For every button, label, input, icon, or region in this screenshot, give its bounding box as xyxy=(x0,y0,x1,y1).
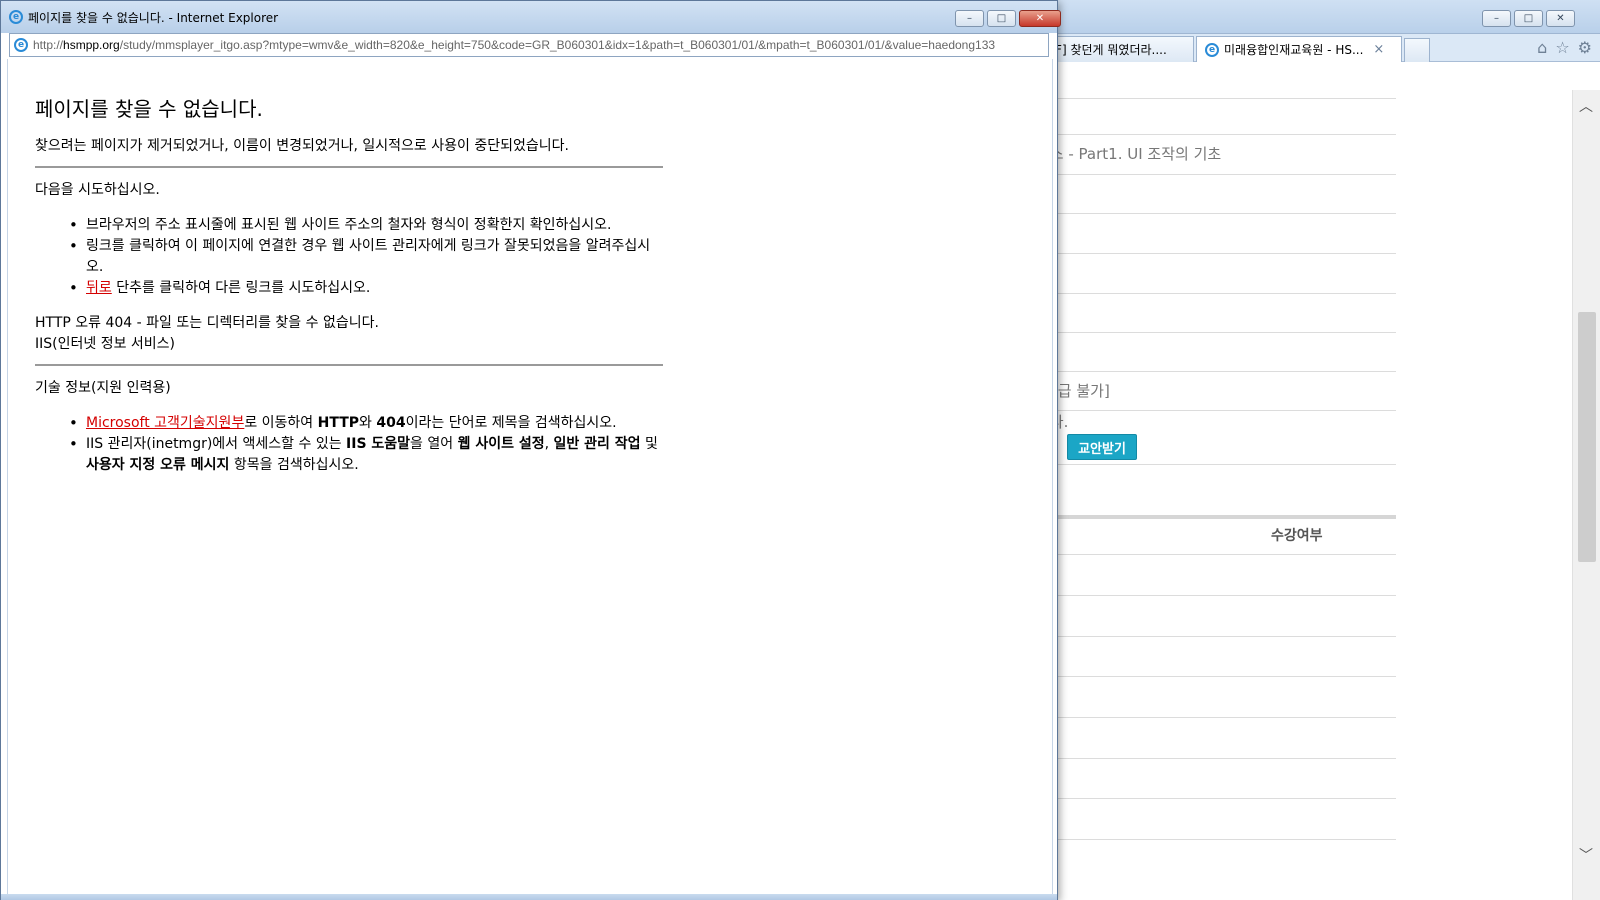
http-error-text: HTTP 오류 404 - 파일 또는 디렉터리를 찾을 수 없습니다. xyxy=(35,315,379,331)
background-window-controls: – □ ✕ xyxy=(1482,10,1575,27)
divider xyxy=(35,166,663,168)
microsoft-support-link[interactable]: Microsoft 고객기술지원부 xyxy=(86,415,244,431)
scroll-down-arrow-icon[interactable]: ﹀ xyxy=(1579,845,1593,865)
scroll-up-arrow-icon[interactable]: ︿ xyxy=(1579,96,1593,116)
bold-text: 사용자 지정 오류 메시지 xyxy=(86,457,230,473)
popup-window: e 페이지를 찾을 수 없습니다. - Internet Explorer – … xyxy=(0,0,1061,900)
popup-maximize-button[interactable]: □ xyxy=(987,10,1016,27)
divider xyxy=(1036,554,1396,555)
tab-close-icon[interactable]: × xyxy=(1373,42,1384,57)
tech-info-label: 기술 정보(지원 인력용) xyxy=(35,380,171,396)
error-heading: 페이지를 찾을 수 없습니다. xyxy=(35,97,263,121)
iis-label: IIS(인터넷 정보 서비스) xyxy=(35,336,176,352)
error-intro: 찾으려는 페이지가 제거되었거나, 이름이 변경되었거나, 일시적으로 사용이 … xyxy=(35,138,569,154)
popup-minimize-button[interactable]: – xyxy=(955,10,984,27)
download-handout-button[interactable]: 교안받기 xyxy=(1067,434,1137,460)
scroll-thumb[interactable] xyxy=(1578,312,1596,562)
divider xyxy=(1036,293,1396,294)
divider xyxy=(1036,676,1396,677)
divider xyxy=(1036,213,1396,214)
lecture-title-partial: 이스 - Part1. UI 조작의 기초 xyxy=(1036,145,1222,163)
popup-title: 페이지를 찾을 수 없습니다. - Internet Explorer xyxy=(28,10,279,25)
ie-page-icon: e xyxy=(14,38,28,52)
divider xyxy=(1036,134,1396,135)
text-fragment: 로 이동하여 xyxy=(244,415,318,431)
text-fragment: IIS 관리자(inetmgr)에서 액세스할 수 있는 xyxy=(86,436,347,452)
popup-titlebar[interactable]: e 페이지를 찾을 수 없습니다. - Internet Explorer – … xyxy=(1,1,1061,33)
background-tab-1[interactable]: +F] 찾던게 뭐였더라.... xyxy=(1036,36,1194,62)
divider xyxy=(1036,371,1396,372)
table-header-top-border xyxy=(1036,515,1396,519)
popup-address-bar[interactable]: e http://hsmpp.org/study/mmsplayer_itgo.… xyxy=(9,33,1049,57)
background-tab-bar: +F] 찾던게 뭐였더라.... e 미래융합인재교육원 - HS... × ⌂… xyxy=(1036,34,1600,62)
popup-bottom-border xyxy=(1,894,1057,900)
tab-label: 미래융합인재교육원 - HS... xyxy=(1224,43,1364,57)
divider xyxy=(1036,410,1396,411)
bold-text: 404 xyxy=(376,415,406,431)
divider xyxy=(1036,636,1396,637)
bold-text: 일반 관리 작업 xyxy=(553,436,641,452)
favorites-star-icon[interactable]: ☆ xyxy=(1555,38,1569,57)
popup-close-button[interactable]: ✕ xyxy=(1019,10,1061,27)
text-fragment: 을 열어 xyxy=(410,436,458,452)
text-fragment: 와 xyxy=(359,415,377,431)
background-maximize-button[interactable]: □ xyxy=(1514,10,1543,27)
list-item: Microsoft 고객기술지원부로 이동하여 HTTP와 404이라는 단어로… xyxy=(69,413,663,434)
ie-icon: e xyxy=(1205,42,1219,57)
popup-window-controls: – □ ✕ xyxy=(955,10,1061,27)
text-fragment: , xyxy=(544,436,554,452)
list-item: 브라우저의 주소 표시줄에 표시된 웹 사이트 주소의 철자와 형식이 정확한지… xyxy=(69,215,663,236)
back-link[interactable]: 뒤로 xyxy=(86,280,112,296)
settings-gear-icon[interactable]: ⚙ xyxy=(1578,38,1592,57)
tab-label: +F] 찾던게 뭐였더라.... xyxy=(1045,43,1167,57)
url-path: /study/mmsplayer_itgo.asp?mtype=wmv&e_wi… xyxy=(119,38,996,52)
bold-text: IIS 도움말 xyxy=(346,436,411,452)
divider xyxy=(1036,98,1396,99)
divider xyxy=(1036,839,1396,840)
browser-toolbar-icons: ⌂ ☆ ⚙ xyxy=(1537,38,1592,57)
text-fragment: 이라는 단어로 제목을 검색하십시오. xyxy=(405,415,617,431)
new-tab-button[interactable] xyxy=(1404,38,1430,62)
background-minimize-button[interactable]: – xyxy=(1482,10,1511,27)
background-page-content: 이스 - Part1. UI 조작의 기초 발급 불가] 니다. 다. 교안받기… xyxy=(1036,90,1572,900)
url-prefix: http:// xyxy=(33,38,64,52)
table-header-attendance: 수강여부 xyxy=(1271,528,1323,544)
divider xyxy=(1036,758,1396,759)
text-fragment: 항목을 검색하십시오. xyxy=(229,457,359,473)
divider xyxy=(1036,798,1396,799)
popup-url: http://hsmpp.org/study/mmsplayer_itgo.as… xyxy=(33,38,995,52)
list-item: 링크를 클릭하여 이 페이지에 연결한 경우 웹 사이트 관리자에게 링크가 잘… xyxy=(69,236,663,278)
divider xyxy=(1036,332,1396,333)
divider xyxy=(35,364,663,366)
divider xyxy=(1036,595,1396,596)
iis-error-page: 페이지를 찾을 수 없습니다. 찾으려는 페이지가 제거되었거나, 이름이 변경… xyxy=(35,93,663,490)
bold-text: 웹 사이트 설정 xyxy=(457,436,545,452)
divider xyxy=(1036,464,1396,465)
tech-list: Microsoft 고객기술지원부로 이동하여 HTTP와 404이라는 단어로… xyxy=(35,413,663,476)
text-fragment: 및 xyxy=(640,436,658,452)
divider xyxy=(1036,253,1396,254)
try-list: 브라우저의 주소 표시줄에 표시된 웹 사이트 주소의 철자와 형식이 정확한지… xyxy=(35,215,663,299)
popup-page-frame: 페이지를 찾을 수 없습니다. 찾으려는 페이지가 제거되었거나, 이름이 변경… xyxy=(7,59,1053,895)
try-label: 다음을 시도하십시오. xyxy=(35,182,160,198)
divider xyxy=(1036,174,1396,175)
list-item-text: 단추를 클릭하여 다른 링크를 시도하십시오. xyxy=(111,280,371,296)
background-tab-2[interactable]: e 미래융합인재교육원 - HS... × xyxy=(1196,36,1402,62)
url-host: hsmpp.org xyxy=(63,38,120,52)
background-close-button[interactable]: ✕ xyxy=(1546,10,1575,27)
background-scrollbar[interactable]: ︿ ﹀ xyxy=(1572,90,1600,900)
bold-text: HTTP xyxy=(317,415,360,431)
list-item: 뒤로 단추를 클릭하여 다른 링크를 시도하십시오. xyxy=(69,278,663,299)
ie-icon: e xyxy=(9,10,23,24)
divider xyxy=(1036,717,1396,718)
list-item: IIS 관리자(inetmgr)에서 액세스할 수 있는 IIS 도움말을 열어… xyxy=(69,434,663,476)
home-icon[interactable]: ⌂ xyxy=(1537,38,1547,57)
